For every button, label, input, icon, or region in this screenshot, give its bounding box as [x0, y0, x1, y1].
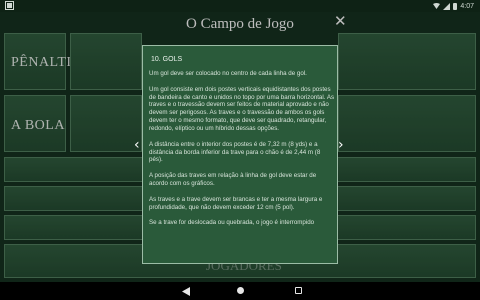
status-bar: 4:07: [0, 0, 480, 12]
wifi-icon: [433, 3, 441, 9]
paragraph: Um gol consiste em dois postes verticais…: [149, 85, 335, 132]
paragraph: A distância entre o interior dos postes …: [149, 140, 321, 164]
next-arrow-icon[interactable]: ›: [338, 138, 344, 152]
dialog-heading: 10. GOLS: [151, 56, 183, 63]
scroll-fade: [143, 247, 337, 263]
battery-icon: [453, 2, 458, 10]
paragraph: Um gol deve ser colocado no centro de ca…: [149, 70, 307, 77]
clock: 4:07: [460, 2, 474, 10]
navigation-bar: [0, 282, 480, 300]
rule-dialog: 10. GOLS Um gol deve ser colocado no cen…: [142, 45, 338, 264]
back-icon[interactable]: [182, 287, 191, 296]
previous-arrow-icon[interactable]: ‹: [134, 138, 140, 152]
app-notification-icon: [5, 1, 14, 10]
recent-apps-icon[interactable]: [295, 287, 302, 294]
dialog-body[interactable]: Um gol deve ser colocado no centro de ca…: [149, 70, 335, 235]
paragraph: As traves e a trave devem ser brancas e …: [149, 195, 323, 211]
paragraph: Se a trave for deslocada ou quebrada, o …: [149, 219, 315, 227]
signal-icon: [443, 2, 451, 10]
paragraph: A posição das traves em relação à linha …: [149, 172, 317, 187]
home-icon[interactable]: [237, 287, 244, 294]
